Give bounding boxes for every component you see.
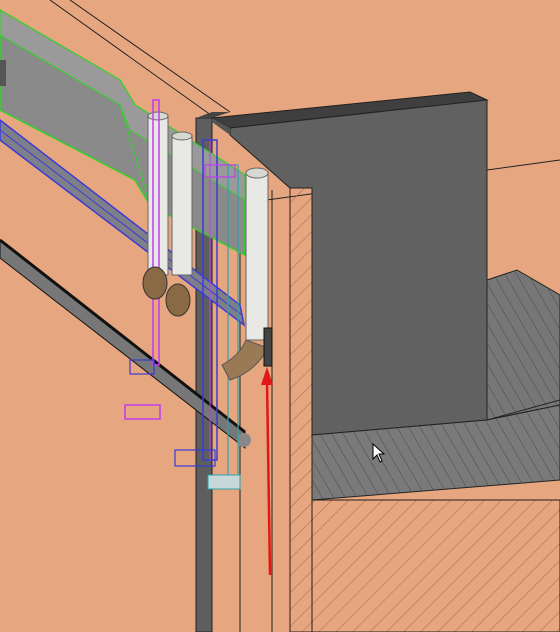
cad-3d-viewport[interactable] xyxy=(0,0,560,632)
mouse-pointer-icon xyxy=(372,443,386,463)
model-scene xyxy=(0,0,560,632)
